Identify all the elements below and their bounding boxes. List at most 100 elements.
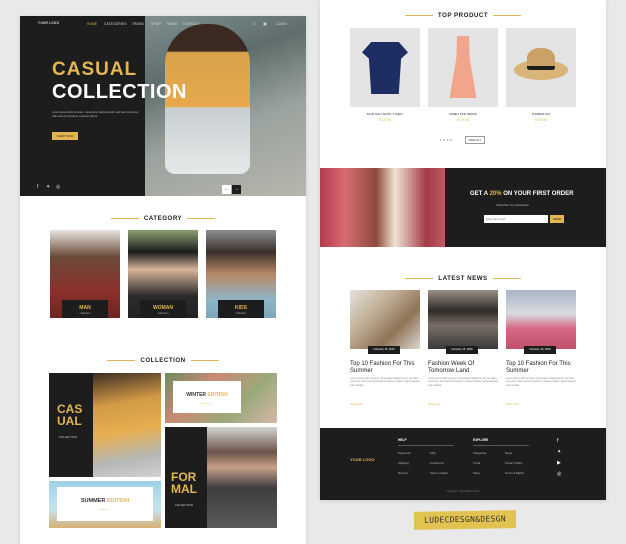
nav-categories[interactable]: CATEGORIES [104,22,127,26]
formal-collection-tile[interactable]: FOR MAL COLLECTION [165,427,277,528]
cart-icon[interactable]: ▣ [263,21,267,26]
category-label: WOMAN collection [140,300,186,318]
view-all-button[interactable]: VIEW ALL [465,136,485,144]
winter-tile-label: WINTER EDITION ——→ [173,381,241,413]
footer-link[interactable]: FAQ [430,451,436,455]
nav-contact[interactable]: CONTACT [183,22,200,26]
product-card-hat[interactable] [506,28,576,107]
footer-link[interactable]: Store Location [430,471,448,475]
prev-slide-button[interactable]: ← [222,185,231,194]
category-title: CATEGORY [20,215,306,222]
news-title[interactable]: Top 10 Fashion For This Summer [350,361,420,375]
footer-link[interactable]: Payments [398,451,410,455]
promo-banner: GET A 20% ON YOUR FIRST ORDER Subscribe … [320,168,606,247]
product-price: $ 19.90 [457,118,469,122]
page-1[interactable]: 1 [440,138,442,142]
nav-shop[interactable]: SHOP [151,22,161,26]
footer-link[interactable]: Shop [473,471,480,475]
hero-title-line2: COLLECTION [52,81,187,103]
footer-divider [473,445,529,446]
formal-tile-image [207,427,277,528]
casual-tile-image [93,373,161,477]
main-navigation: YOUR LOGO HOME CATEGORIES TREND SHOP NEW… [20,21,306,34]
youtube-icon[interactable]: ▶ [557,460,561,466]
casual-tile-sub: COLLECTION [59,435,77,439]
nav-trend[interactable]: TREND [132,22,144,26]
product-card-tshirt[interactable] [350,28,420,107]
hero-description: Lorem ipsum dolor sit amet, consectetur … [52,111,139,118]
facebook-icon[interactable]: f [37,184,38,190]
news-date: February 15, 2020 [446,346,478,354]
news-title[interactable]: Top 10 Fashion For This Summer [506,361,576,375]
page-4[interactable]: 4 [450,138,452,142]
winter-edition-tile[interactable]: WINTER EDITION ——→ [165,373,277,423]
summer-edition-tile[interactable]: SUMMER EDITION ——→ [49,481,161,528]
promo-image [320,168,445,247]
product-name: SUMMER HAT [531,112,551,116]
hat-image [527,48,555,70]
footer-logo[interactable]: YOUR LOGO [350,457,374,462]
footer-link[interactable]: Returns [398,471,408,475]
category-card-man[interactable]: MAN collection [50,230,120,318]
top-product-title: TOP PRODUCT [320,12,606,19]
promo-subtitle: Subscribe Your Newsletter [496,203,529,207]
footer-link[interactable]: Terms & Rights [505,471,524,475]
news-excerpt: Lorem ipsum dolor sit amet, consectetur … [506,377,576,387]
casual-collection-tile[interactable]: CAS UAL COLLECTION [49,373,161,477]
newsletter-send-button[interactable]: SEND [550,215,564,223]
footer-link[interactable]: Privacy Policy [505,461,522,465]
category-card-woman[interactable]: WOMAN collection [128,230,198,318]
news-image-3[interactable] [506,290,576,349]
product-card-dress[interactable] [428,28,498,107]
collection-title: COLLECTION [20,357,306,364]
footer-help-title: HELP [398,438,407,442]
twitter-icon[interactable]: ✦ [557,449,561,455]
category-label: KIDS collection [218,300,264,318]
news-image-1[interactable] [350,290,420,349]
footer-link[interactable]: Shipping [398,461,409,465]
news-image-2[interactable] [428,290,498,349]
page-2[interactable]: 2 [443,138,445,142]
facebook-icon[interactable]: f [557,438,558,444]
footer-link[interactable]: News [505,451,512,455]
hero-image [145,16,306,196]
instagram-icon[interactable]: ◎ [557,471,561,477]
next-slide-button[interactable]: → [232,185,241,194]
category-card-kids[interactable]: KIDS collection [206,230,276,318]
footer-link[interactable]: Trend [473,461,480,465]
read-more-link[interactable]: Read more [428,403,441,406]
footer-link[interactable]: Categories [473,451,487,455]
instagram-icon[interactable]: ◎ [56,184,60,190]
product-name: SWEET PINK DRESS [449,112,477,116]
promo-heading: GET A 20% ON YOUR FIRST ORDER [470,191,574,197]
footer: YOUR LOGO HELP Payments Shipping Returns… [320,428,606,500]
footer-divider [398,445,454,446]
nav-news[interactable]: NEWS [167,22,177,26]
page-3[interactable]: 3 [447,138,449,142]
summer-tile-label: SUMMER EDITION ——→ [57,487,153,521]
twitter-icon[interactable]: ✦ [46,184,50,190]
newsletter-email-input[interactable] [484,215,548,223]
hero-section: YOUR LOGO HOME CATEGORIES TREND SHOP NEW… [20,16,306,196]
footer-link[interactable]: Contact Us [430,461,444,465]
formal-tile-label: FOR MAL [171,470,197,496]
hero-title-line1: CASUAL [52,59,138,80]
footer-explore-title: EXPLORE [473,438,489,442]
formal-tile-sub: COLLECTION [175,503,193,507]
product-price: $ 19.90 [379,118,391,122]
news-excerpt: Lorem ipsum dolor sit amet, consectetur … [350,377,420,387]
watermark-stamp: LUDECDESGN&DESGN [413,510,517,530]
homepage-right: TOP PRODUCT BLUE NAVY BASIC T-SHIRT SWEE… [320,0,606,500]
read-more-link[interactable]: Read more [506,403,519,406]
shop-now-button[interactable]: SHOP NOW [52,132,78,140]
news-title[interactable]: Fashion Week Of Tomorrow Land [428,361,498,375]
read-more-link[interactable]: Read more [350,403,363,406]
login-link[interactable]: LOGIN [276,22,287,26]
copyright: Copyright · Your Website 2020 [446,490,480,493]
logo[interactable]: YOUR LOGO [38,21,59,25]
dress-image [449,36,477,98]
nav-home[interactable]: HOME [87,22,97,26]
product-price: $ 19.90 [535,118,547,122]
latest-news-title: LATEST NEWS [320,275,606,282]
search-icon[interactable]: ⌕ [253,21,256,27]
